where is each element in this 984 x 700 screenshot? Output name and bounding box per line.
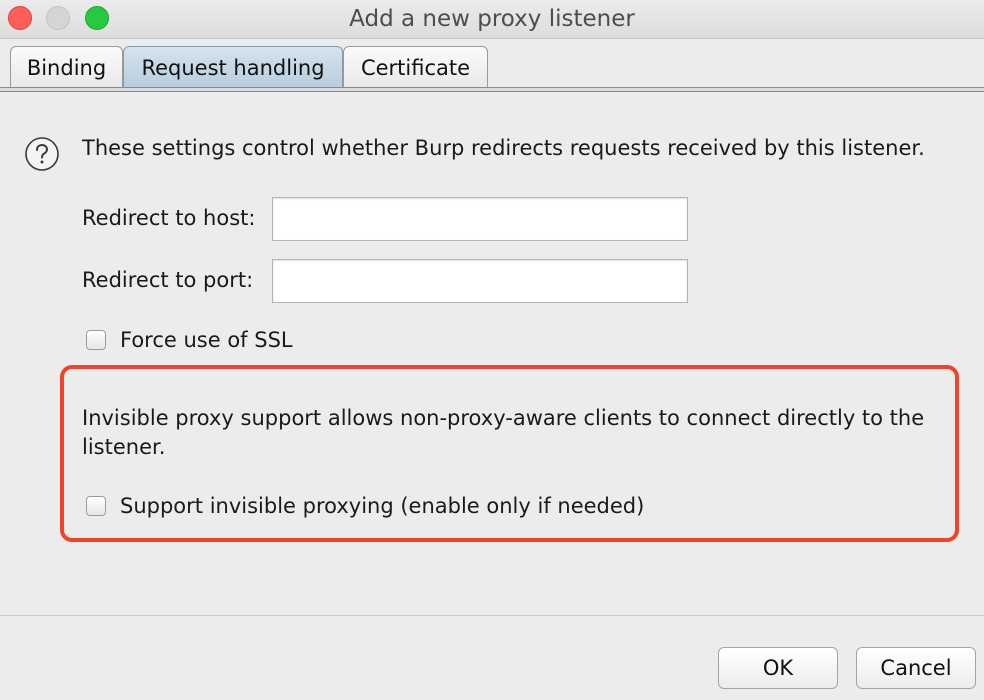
window-title: Add a new proxy listener — [349, 6, 635, 32]
help-description: These settings control whether Burp redi… — [82, 136, 925, 160]
footer-divider — [0, 615, 984, 616]
redirect-host-input[interactable] — [272, 197, 688, 241]
redirect-port-input[interactable] — [272, 259, 688, 303]
invisible-proxy-checkbox[interactable] — [86, 496, 106, 516]
cancel-button[interactable]: Cancel — [856, 647, 976, 689]
redirect-host-label: Redirect to host: — [82, 206, 256, 230]
proxy-listener-dialog: Add a new proxy listener Binding Request… — [0, 0, 984, 700]
request-handling-panel: These settings control whether Burp redi… — [0, 104, 984, 614]
invisible-proxy-label: Support invisible proxying (enable only … — [120, 494, 645, 518]
tab-certificate[interactable]: Certificate — [343, 46, 488, 88]
force-ssl-checkbox[interactable] — [86, 330, 106, 350]
invisible-proxy-description: Invisible proxy support allows non-proxy… — [82, 406, 925, 459]
redirect-port-label: Redirect to port: — [82, 268, 254, 292]
question-circle-icon — [25, 137, 59, 171]
tab-divider — [0, 87, 984, 92]
invisible-proxy-option[interactable]: Support invisible proxying (enable only … — [86, 491, 644, 521]
tab-strip: Binding Request handling Certificate — [0, 38, 984, 104]
tab-binding[interactable]: Binding — [10, 46, 123, 88]
ok-button[interactable]: OK — [718, 647, 838, 689]
force-ssl-label: Force use of SSL — [120, 328, 293, 352]
title-bar: Add a new proxy listener — [0, 0, 984, 39]
force-ssl-option[interactable]: Force use of SSL — [86, 325, 293, 355]
tab-request-handling[interactable]: Request handling — [123, 46, 343, 88]
